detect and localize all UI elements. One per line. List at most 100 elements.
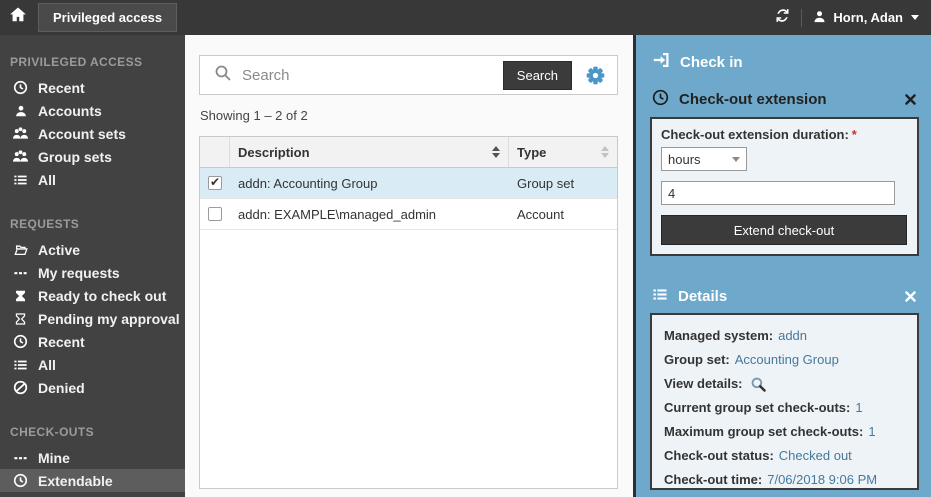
- table-header: Description Type: [200, 137, 617, 168]
- section-header: CHECK-OUTS: [0, 425, 185, 446]
- hourglass-filled-icon: [12, 288, 29, 304]
- user-menu[interactable]: Horn, Adan: [812, 9, 919, 27]
- sidebar-item-label: Recent: [38, 334, 85, 350]
- main-content: Search Showing 1 – 2 of 2: [185, 35, 633, 497]
- clock-icon: [12, 473, 29, 489]
- sidebar-item-label: Group sets: [38, 149, 112, 165]
- sort-icon-inactive[interactable]: [601, 146, 609, 158]
- sidebar-item-active[interactable]: Active: [0, 238, 185, 261]
- sidebar-item-label: Account sets: [38, 126, 126, 142]
- results-count: Showing 1 – 2 of 2: [200, 108, 618, 123]
- hourglass-outline-icon: [12, 311, 29, 327]
- clock-icon: [12, 80, 29, 96]
- action-panel: Check in Check-out extension Check-out e…: [633, 35, 931, 497]
- section-header: PRIVILEGED ACCESS: [0, 55, 185, 76]
- home-button[interactable]: [0, 5, 36, 30]
- duration-label: Check-out extension duration:*: [661, 127, 907, 142]
- sidebar-item-mine[interactable]: Mine: [0, 446, 185, 469]
- close-icon[interactable]: [904, 290, 917, 303]
- sidebar-item-label: Active: [38, 242, 80, 258]
- top-bar: Privileged access Horn, Adan: [0, 0, 931, 35]
- sort-icon-active[interactable]: [492, 146, 500, 158]
- detail-row: Current group set check-outs: 1: [664, 396, 905, 420]
- refresh-icon: [774, 7, 791, 29]
- table-row[interactable]: addn: Accounting Group Group set: [200, 168, 617, 199]
- sidebar-item-label: Recent: [38, 80, 85, 96]
- sidebar-item-all[interactable]: All: [0, 168, 185, 191]
- checkout-extension-header: Check-out extension: [650, 87, 919, 112]
- sidebar-item-ready-to-check-out[interactable]: Ready to check out: [0, 284, 185, 307]
- row-type: Account: [509, 207, 617, 222]
- sidebar-section-requests: REQUESTS Active My requests Ready to che…: [0, 217, 185, 399]
- clock-icon: [12, 334, 29, 350]
- clock-icon: [652, 89, 669, 110]
- detail-row: Check-out status: Checked out: [664, 444, 905, 468]
- table-row[interactable]: addn: EXAMPLE\managed_admin Account: [200, 199, 617, 230]
- sidebar-item-extendable[interactable]: Extendable: [0, 469, 185, 492]
- sidebar-item-label: My requests: [38, 265, 120, 281]
- extend-checkout-button[interactable]: Extend check-out: [661, 215, 907, 245]
- list-icon: [652, 287, 668, 306]
- detail-row: View details:: [664, 372, 905, 396]
- list-icon: [12, 357, 29, 373]
- ellipsis-icon: [12, 450, 29, 466]
- topbar-divider: [801, 9, 802, 27]
- row-description: addn: Accounting Group: [230, 176, 509, 191]
- results-table: Description Type addn: Accounting Group …: [199, 136, 618, 489]
- sidebar-item-label: Denied: [38, 380, 85, 396]
- close-icon[interactable]: [904, 93, 917, 106]
- magnifier-icon[interactable]: [750, 376, 767, 393]
- sidebar-item-accounts[interactable]: Accounts: [0, 99, 185, 122]
- sidebar-item-label: All: [38, 172, 56, 188]
- column-header-description[interactable]: Description: [230, 137, 509, 167]
- group-set-link[interactable]: Accounting Group: [735, 348, 839, 372]
- row-description: addn: EXAMPLE\managed_admin: [230, 207, 509, 222]
- ellipsis-icon: [12, 265, 29, 281]
- search-input[interactable]: [242, 67, 503, 84]
- person-icon: [12, 103, 29, 119]
- detail-row: Managed system: addn: [664, 324, 905, 348]
- people-icon: [12, 126, 29, 142]
- sidebar-item-group-sets[interactable]: Group sets: [0, 145, 185, 168]
- folder-open-icon: [12, 242, 29, 258]
- chevron-down-icon: [732, 157, 740, 162]
- search-icon: [214, 64, 232, 87]
- duration-amount-input[interactable]: [661, 181, 895, 205]
- refresh-button[interactable]: [774, 7, 791, 29]
- gear-icon[interactable]: [586, 66, 605, 85]
- denied-icon: [12, 380, 29, 396]
- details-header: Details: [650, 285, 919, 308]
- people-icon: [12, 149, 29, 165]
- sidebar-item-recent[interactable]: Recent: [0, 76, 185, 99]
- row-checkbox[interactable]: [208, 207, 222, 221]
- app-window: Privileged access Horn, Adan: [0, 0, 931, 497]
- detail-row: Group set: Accounting Group: [664, 348, 905, 372]
- sidebar: PRIVILEGED ACCESS Recent Accounts Accoun…: [0, 35, 185, 497]
- privileged-access-button[interactable]: Privileged access: [38, 3, 177, 32]
- list-icon: [12, 172, 29, 188]
- detail-row: Maximum group set check-outs: 1: [664, 420, 905, 444]
- sidebar-section-check-outs: CHECK-OUTS Mine Extendable: [0, 425, 185, 492]
- sidebar-item-recent-requests[interactable]: Recent: [0, 330, 185, 353]
- managed-system-link[interactable]: addn: [778, 324, 807, 348]
- column-header-type[interactable]: Type: [509, 137, 617, 167]
- sidebar-item-label: Ready to check out: [38, 288, 166, 304]
- sidebar-item-label: Extendable: [38, 473, 113, 489]
- sidebar-item-all-requests[interactable]: All: [0, 353, 185, 376]
- user-name: Horn, Adan: [833, 10, 903, 25]
- search-button[interactable]: Search: [503, 61, 572, 90]
- details-panel: Managed system: addn Group set: Accounti…: [650, 313, 919, 490]
- sidebar-item-pending-my-approval[interactable]: Pending my approval: [0, 307, 185, 330]
- home-icon: [8, 5, 28, 30]
- sidebar-item-account-sets[interactable]: Account sets: [0, 122, 185, 145]
- duration-unit-select[interactable]: hours: [661, 147, 747, 171]
- sidebar-item-denied[interactable]: Denied: [0, 376, 185, 399]
- row-checkbox[interactable]: [208, 176, 222, 190]
- user-icon: [812, 9, 827, 27]
- sidebar-section-privileged-access: PRIVILEGED ACCESS Recent Accounts Accoun…: [0, 55, 185, 191]
- check-in-button[interactable]: Check in: [650, 48, 919, 76]
- checkout-extension-form: Check-out extension duration:* hours Ext…: [650, 117, 919, 256]
- sidebar-item-label: Accounts: [38, 103, 102, 119]
- sidebar-item-my-requests[interactable]: My requests: [0, 261, 185, 284]
- select-all-column: [200, 137, 230, 167]
